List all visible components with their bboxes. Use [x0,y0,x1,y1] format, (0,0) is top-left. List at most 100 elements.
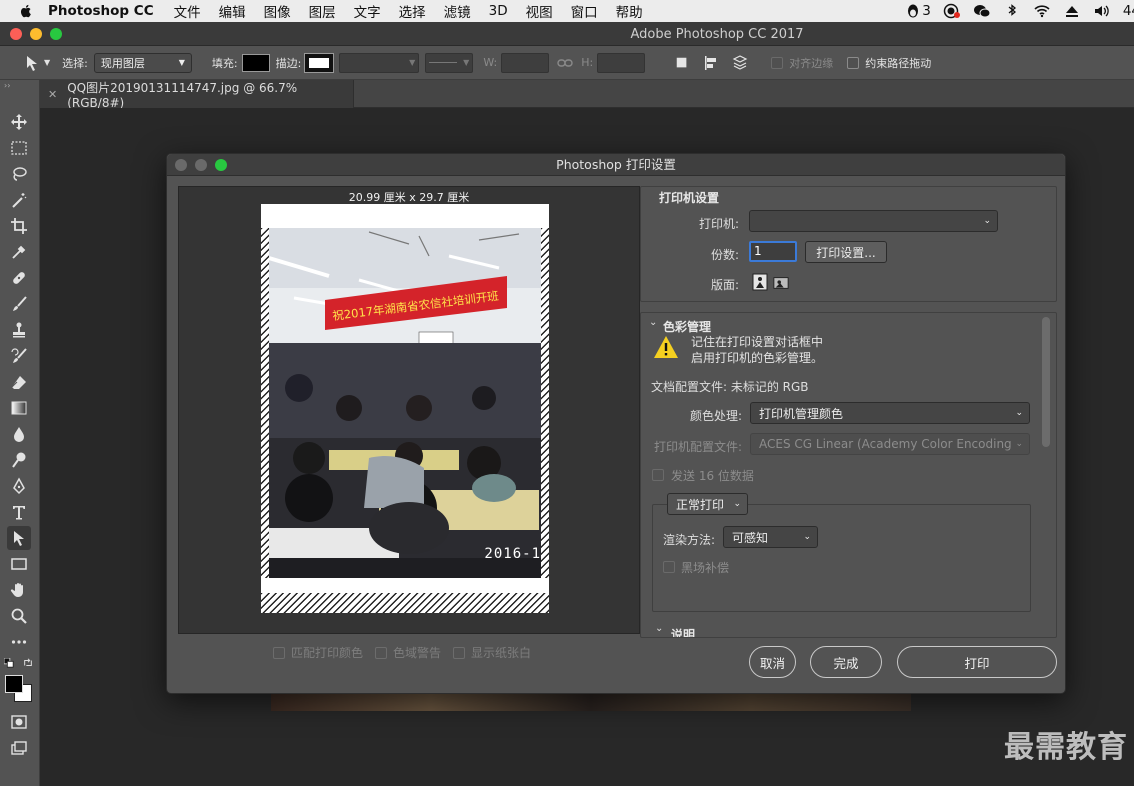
color-management-section[interactable]: ⌄ 色彩管理 记住在打印设置对话框中 启用打印机的色彩管理。 文档配置文件: 未… [640,312,1057,638]
width-field[interactable] [501,52,550,73]
gamut-warning-option[interactable]: 色域警告 [375,644,441,661]
dialog-title: Photoshop 打印设置 [556,157,676,172]
menu-3d[interactable]: 3D [489,3,508,19]
menu-app-name[interactable]: Photoshop CC [48,3,154,19]
record-icon[interactable] [943,3,961,19]
height-field[interactable] [597,52,646,73]
wifi-icon[interactable] [1033,3,1051,19]
path-selection-tool[interactable] [7,526,31,550]
print-mode-dropdown[interactable]: 正常打印 ⌄ [667,493,748,515]
match-print-colors-checkbox[interactable] [273,646,285,659]
apple-icon[interactable] [18,3,34,19]
menu-view[interactable]: 视图 [526,1,553,21]
menu-window[interactable]: 窗口 [571,1,598,21]
warning-line-2: 启用打印机的色彩管理。 [691,351,824,365]
brush-tool[interactable] [7,292,31,316]
zoom-tool[interactable] [7,604,31,628]
path-operations-icon[interactable] [675,56,689,70]
stroke-width-field[interactable]: ▼ [339,52,420,73]
path-alignment-icon[interactable] [703,55,719,71]
crop-tool[interactable] [7,214,31,238]
dialog-zoom-button[interactable] [215,159,227,171]
menu-layer[interactable]: 图层 [309,1,336,21]
menu-file[interactable]: 文件 [174,1,201,21]
dialog-minimize-button[interactable] [195,159,207,171]
show-paper-white-checkbox[interactable] [453,646,466,659]
close-tab-icon[interactable]: ✕ [48,88,57,101]
document-tab[interactable]: ✕ QQ图片20190131114747.jpg @ 66.7%(RGB/8#) [40,80,354,110]
swap-colors-icon[interactable] [23,658,33,668]
color-handling-dropdown[interactable]: 打印机管理颜色 ⌄ [750,402,1030,424]
rendering-intent-dropdown[interactable]: 可感知 ⌄ [723,526,818,548]
type-tool[interactable] [7,500,31,524]
quick-mask-tool[interactable] [7,710,31,734]
printer-profile-value: ACES CG Linear (Academy Color Encoding S… [759,437,1016,451]
done-button[interactable]: 完成 [810,646,882,678]
clone-stamp-tool[interactable] [7,318,31,342]
panel-collapse-icon[interactable]: ›› [4,81,10,90]
portrait-layout-icon[interactable] [751,273,769,291]
send-16bit-checkbox[interactable] [652,469,664,481]
menu-image[interactable]: 图像 [264,1,291,21]
screen-mode-tool[interactable] [7,736,31,760]
print-settings-button[interactable]: 打印设置... [805,241,887,263]
match-print-colors-option[interactable]: 匹配打印颜色 [273,644,363,661]
notes-chevron-icon[interactable]: ⌄ [655,623,663,634]
move-tool[interactable] [7,110,31,134]
default-colors-icon[interactable] [4,658,14,668]
marquee-tool[interactable] [7,136,31,160]
align-edges-label: 对齐边缘 [789,56,834,70]
magic-wand-tool[interactable] [7,188,31,212]
menu-type[interactable]: 文字 [354,1,381,21]
eyedropper-tool[interactable] [7,240,31,264]
cancel-button[interactable]: 取消 [749,646,796,678]
gamut-warning-checkbox[interactable] [375,646,388,659]
blur-tool[interactable] [7,422,31,446]
constrain-path-checkbox[interactable] [847,56,860,69]
black-point-checkbox[interactable] [663,561,675,573]
show-paper-white-option[interactable]: 显示纸张白 [453,644,531,661]
link-icon[interactable] [557,57,573,69]
hand-tool[interactable] [7,578,31,602]
dodge-tool[interactable] [7,448,31,472]
bandage-icon [13,272,25,284]
preview-paper[interactable]: 祝2017年湖南省农信社培训开班 2016-1 [261,204,549,613]
eraser-tool[interactable] [7,370,31,394]
gradient-tool[interactable] [7,396,31,420]
printer-dropdown[interactable]: ⌄ [749,210,998,232]
printer-profile-dropdown[interactable]: ACES CG Linear (Academy Color Encoding S… [750,433,1030,455]
bluetooth-icon[interactable] [1003,3,1021,19]
stroke-swatch[interactable] [304,52,335,73]
lasso-tool[interactable] [7,162,31,186]
qq-status[interactable]: 3 [904,3,931,19]
landscape-layout-icon[interactable] [773,275,789,291]
dialog-close-button[interactable] [175,159,187,171]
path-arrangement-icon[interactable] [731,54,749,72]
path-selection-tool-icon[interactable] [22,53,42,73]
pen-tool[interactable] [7,474,31,498]
layout-label: 版面: [710,278,739,292]
history-brush-tool[interactable] [7,344,31,368]
print-preview: 20.99 厘米 x 29.7 厘米 祝2017年湖南省农信社培训开班 2016… [178,186,640,634]
more-tools[interactable] [7,630,31,654]
menu-filter[interactable]: 滤镜 [444,1,471,21]
copies-input[interactable]: 1 [749,241,797,262]
settings-scrollbar[interactable] [1042,317,1050,447]
select-dropdown[interactable]: 现用图层 ▼ [93,52,192,73]
align-edges-checkbox[interactable] [771,56,784,69]
menu-help[interactable]: 帮助 [616,1,643,21]
healing-brush-tool[interactable] [7,266,31,290]
menu-select[interactable]: 选择 [399,1,426,21]
classroom-photo: 祝2017年湖南省农信社培训开班 [269,228,541,578]
fill-swatch[interactable] [241,53,270,72]
wechat-icon[interactable] [973,3,991,19]
rectangle-tool[interactable] [7,552,31,576]
eject-icon[interactable] [1063,3,1081,19]
menu-edit[interactable]: 编辑 [219,1,246,21]
tool-preset-chevron-icon[interactable]: ▼ [44,58,50,67]
stroke-type-field[interactable]: ▼ [425,52,474,73]
volume-icon[interactable] [1093,3,1111,19]
print-button[interactable]: 打印 [897,646,1057,678]
collapse-chevron-icon[interactable]: ⌄ [649,317,657,328]
foreground-color-swatch[interactable] [5,675,23,693]
